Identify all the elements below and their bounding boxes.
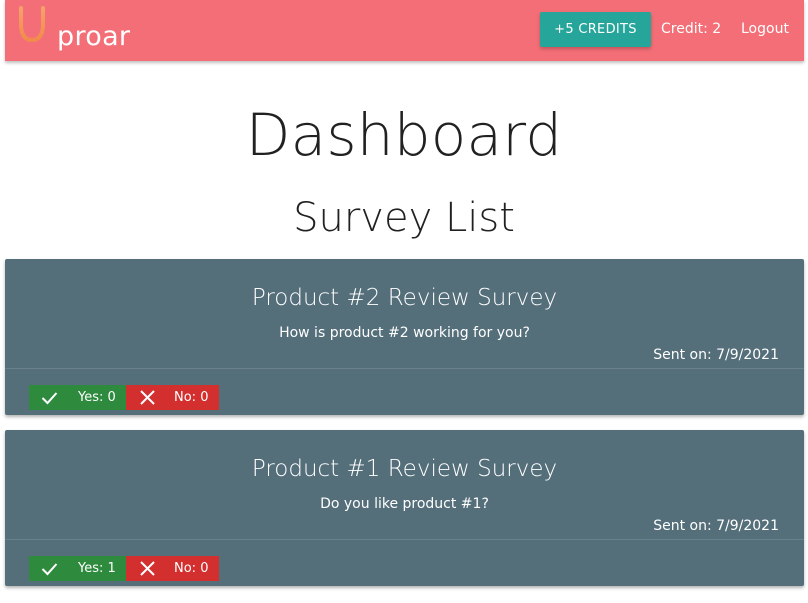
section-title: Survey List: [293, 195, 515, 241]
close-icon: [140, 390, 155, 405]
yes-count-button[interactable]: Yes: 0: [29, 385, 126, 410]
survey-body: How is product #2 working for you?: [279, 325, 530, 341]
page-title: Dashboard: [245, 101, 563, 169]
survey-title: Product #2 Review Survey: [251, 285, 558, 311]
yes-count-label: Yes: 0: [78, 390, 116, 405]
yes-count-label: Yes: 1: [78, 561, 116, 576]
add-credits-button[interactable]: +5 CREDITS: [540, 12, 651, 47]
no-count-button[interactable]: No: 0: [126, 385, 219, 410]
survey-card: Product #1 Review Survey Do you like pro…: [5, 430, 804, 586]
horseshoe-logo-icon: [19, 6, 45, 42]
survey-card: Product #2 Review Survey How is product …: [5, 259, 804, 415]
survey-title: Product #1 Review Survey: [251, 456, 558, 482]
yes-count-button[interactable]: Yes: 1: [29, 556, 126, 581]
survey-body: Do you like product #1?: [320, 496, 489, 512]
no-count-button[interactable]: No: 0: [126, 556, 219, 581]
credit-count: Credit: 2: [661, 21, 722, 37]
no-count-label: No: 0: [174, 390, 209, 405]
check-icon: [41, 392, 58, 405]
check-icon: [41, 563, 58, 576]
navbar: proar +5 CREDITS Credit: 2 Logout: [5, 0, 804, 61]
card-divider: [5, 539, 804, 540]
survey-sent-date: Sent on: 7/9/2021: [653, 347, 779, 363]
logout-link[interactable]: Logout: [741, 20, 789, 38]
close-icon: [140, 561, 155, 576]
survey-sent-date: Sent on: 7/9/2021: [653, 518, 779, 534]
card-divider: [5, 368, 804, 369]
no-count-label: No: 0: [174, 561, 209, 576]
brand-name: proar: [57, 21, 131, 52]
